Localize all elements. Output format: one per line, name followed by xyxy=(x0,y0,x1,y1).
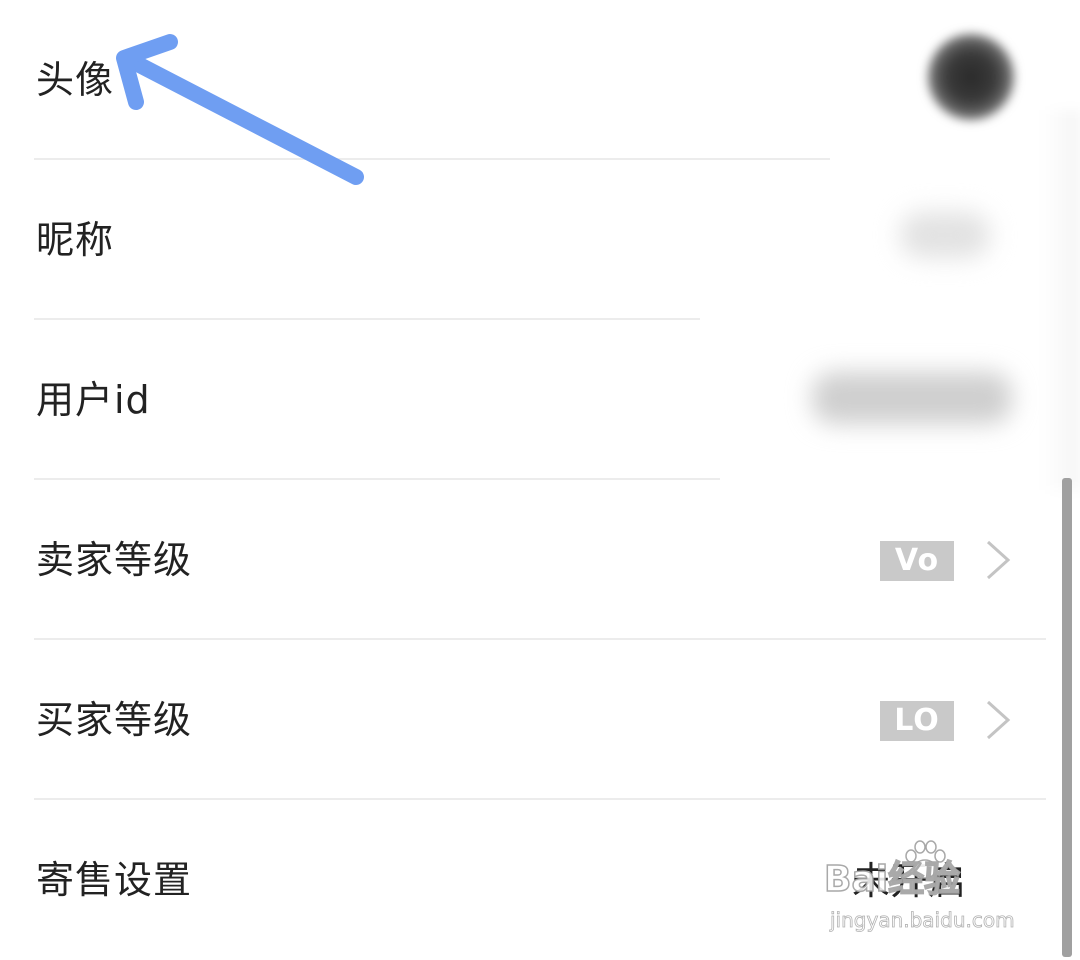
consignment-settings-label: 寄售设置 xyxy=(36,858,193,902)
chevron-right-icon xyxy=(986,700,1011,740)
user-id-value-blurred xyxy=(812,372,1012,424)
avatar-row[interactable]: 头像 xyxy=(0,0,1080,160)
scrollbar[interactable] xyxy=(1062,478,1072,957)
watermark-brand: Bai经验 xyxy=(823,859,961,900)
user-id-label: 用户id xyxy=(36,378,151,422)
buyer-level-label: 买家等级 xyxy=(36,698,193,742)
nickname-value-blurred xyxy=(900,212,990,258)
avatar-label: 头像 xyxy=(36,58,115,102)
seller-level-label: 卖家等级 xyxy=(36,538,193,582)
chevron-right-icon xyxy=(986,540,1011,580)
buyer-level-row[interactable]: 买家等级 LO xyxy=(0,640,1080,800)
panel-edge-shadow xyxy=(1040,110,1080,490)
nickname-row[interactable]: 昵称 xyxy=(0,160,1080,320)
buyer-level-badge: LO xyxy=(880,701,954,741)
nickname-label: 昵称 xyxy=(36,218,115,262)
seller-level-badge: Vo xyxy=(880,541,954,581)
watermark-url: jingyan.baidu.com xyxy=(830,908,1015,932)
user-id-row[interactable]: 用户id xyxy=(0,320,1080,480)
seller-level-row[interactable]: 卖家等级 Vo xyxy=(0,480,1080,640)
avatar[interactable] xyxy=(928,34,1014,120)
watermark: Bai经验 jingyan.baidu.com xyxy=(822,840,1032,940)
